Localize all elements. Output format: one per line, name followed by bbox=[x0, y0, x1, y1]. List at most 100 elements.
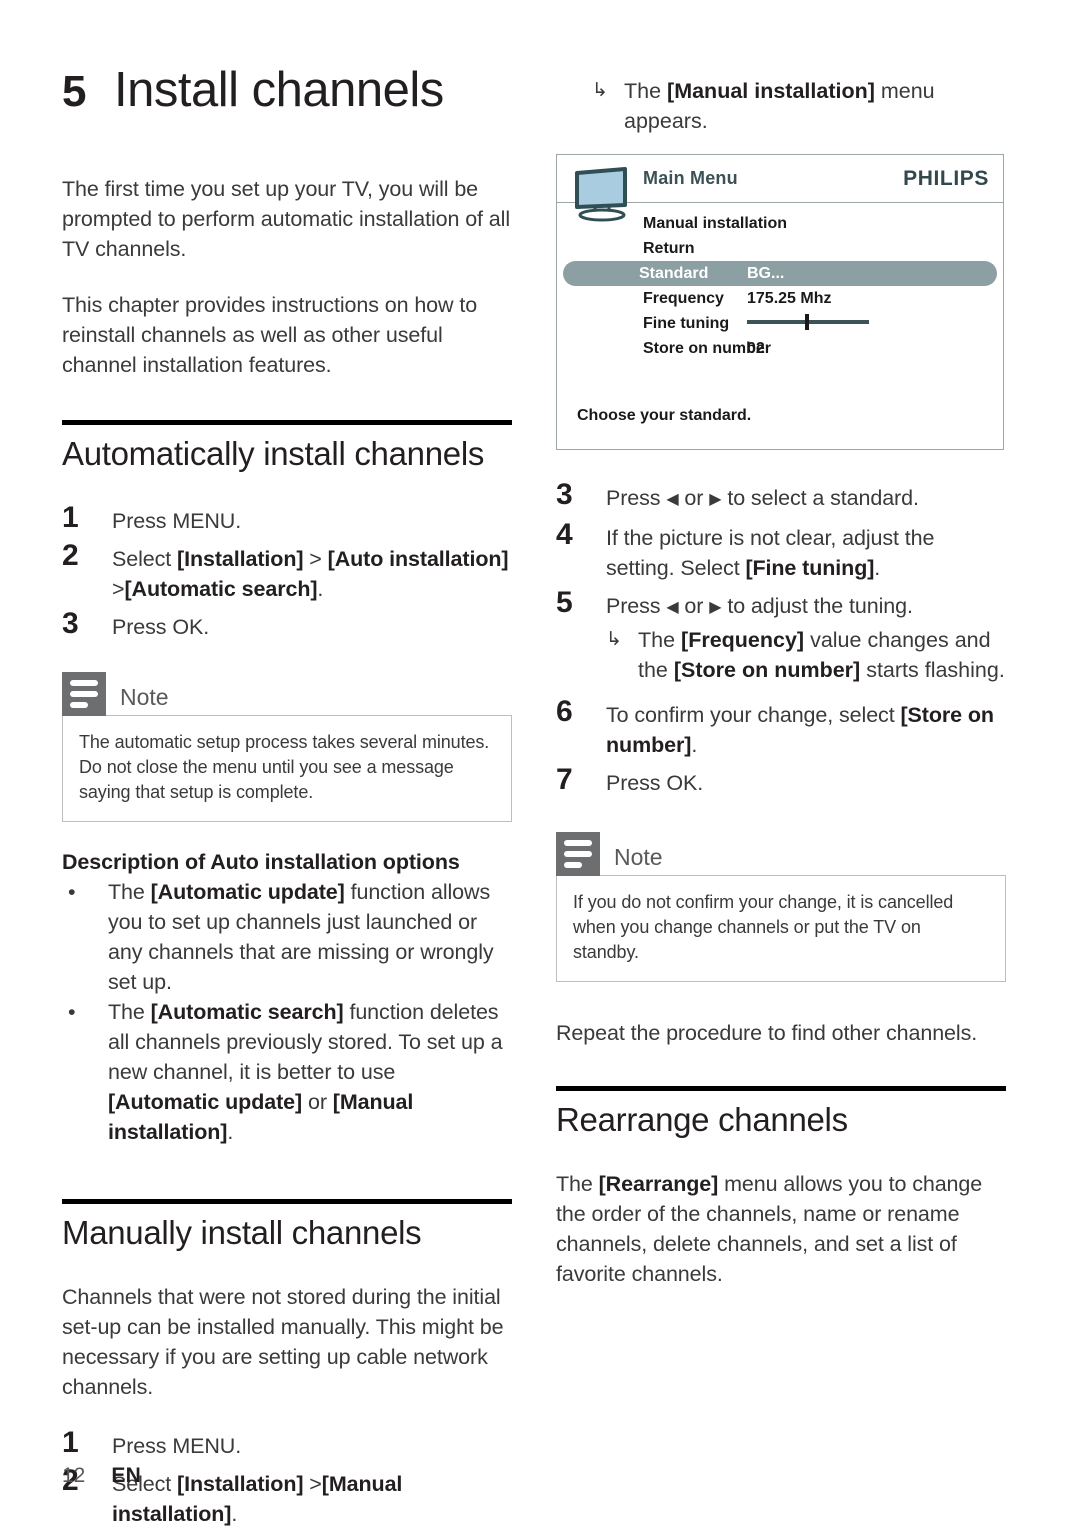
step-number: 3 bbox=[62, 607, 79, 640]
step-number: 1 bbox=[62, 1426, 79, 1459]
menu-token: [Automatic update] bbox=[108, 1090, 303, 1114]
repeat-procedure-text: Repeat the procedure to find other chann… bbox=[556, 1021, 978, 1045]
section-rearrange-channels: Rearrange channels The [Rearrange] menu … bbox=[556, 1086, 1006, 1289]
result-text-part: starts flashing. bbox=[860, 658, 1005, 682]
left-arrow-icon: ◀ bbox=[666, 491, 679, 508]
osd-menu-row-standard-selected[interactable]: Standard BG... bbox=[563, 261, 997, 286]
note-icon-bar bbox=[70, 702, 88, 708]
step-text-part: Press bbox=[606, 486, 667, 510]
options-subheading: Description of Auto installation options bbox=[62, 850, 460, 874]
menu-token: [Store on number] bbox=[673, 658, 861, 682]
step-item: 5 Press ◀ or ▶ to adjust the tuning. ↳ T… bbox=[556, 588, 1006, 685]
menu-token: [Fine tuning] bbox=[745, 556, 875, 580]
result-text: The [Frequency] value changes and the [S… bbox=[638, 625, 1006, 685]
manual-intro-paragraph: Channels that were not stored during the… bbox=[62, 1285, 504, 1399]
osd-row-value: 02 bbox=[747, 339, 765, 357]
step-text-part: Select bbox=[112, 547, 178, 571]
step-number: 7 bbox=[556, 763, 573, 796]
bullet-text: The [Automatic update] function allows y… bbox=[108, 877, 512, 997]
note-icon-bar bbox=[70, 680, 98, 686]
osd-row-label: Standard bbox=[639, 264, 709, 282]
note-icon-bar bbox=[70, 691, 98, 697]
osd-menu-row-frequency[interactable]: Frequency 175.25 Mhz bbox=[557, 286, 1003, 311]
step-item: 3 Press OK. bbox=[62, 609, 512, 642]
osd-menu-list: Manual installation Return Standard BG..… bbox=[557, 203, 1003, 361]
step-text-part: Press bbox=[606, 594, 667, 618]
step-text: Select [Installation] > [Auto installati… bbox=[112, 541, 512, 604]
left-column: 5 Install channels The first time you se… bbox=[62, 62, 512, 1526]
result-arrow-frequency: ↳ The [Frequency] value changes and the … bbox=[606, 625, 1006, 685]
note-icon-bar bbox=[564, 840, 592, 846]
bullet-text-part: The bbox=[108, 880, 151, 904]
step-item: 3 Press ◀ or ▶ to select a standard. bbox=[556, 480, 1006, 515]
list-item: • The [Automatic search] function delete… bbox=[62, 997, 512, 1147]
slider-knob[interactable] bbox=[805, 314, 809, 330]
note-title: Note bbox=[614, 844, 663, 870]
section-rule bbox=[62, 1199, 512, 1204]
language-code: EN bbox=[111, 1464, 142, 1487]
step-number: 3 bbox=[556, 478, 573, 511]
manual-page: 5 Install channels The first time you se… bbox=[0, 0, 1080, 1532]
arrow-hook-icon: ↳ bbox=[606, 629, 622, 650]
auto-options-bullets: • The [Automatic update] function allows… bbox=[62, 877, 512, 1147]
menu-token: [Automatic search] bbox=[150, 1000, 344, 1024]
osd-row-label: Fine tuning bbox=[643, 314, 730, 332]
step-item: 2 Select [Installation] > [Auto installa… bbox=[62, 541, 512, 604]
step-number: 2 bbox=[62, 539, 79, 572]
bullet-marker: • bbox=[68, 1000, 76, 1024]
step-number: 5 bbox=[556, 586, 573, 619]
step-text-part: > bbox=[303, 1472, 322, 1496]
left-arrow-icon: ◀ bbox=[666, 599, 679, 616]
menu-token: [Frequency] bbox=[681, 628, 805, 652]
osd-menu-row-return[interactable]: Return bbox=[557, 236, 1003, 261]
auto-steps-list: 1 Press MENU. 2 Select [Installation] > … bbox=[62, 503, 512, 642]
section-heading-manual: Manually install channels bbox=[62, 1214, 422, 1251]
step-text: Press OK. bbox=[606, 771, 704, 795]
intro-paragraph-1: The first time you set up your TV, you w… bbox=[62, 177, 511, 261]
step-text: Press ◀ or ▶ to adjust the tuning. bbox=[606, 588, 913, 623]
menu-path-token: [Auto installation] bbox=[327, 547, 509, 571]
bullet-text: The [Automatic search] function deletes … bbox=[108, 997, 512, 1147]
paragraph-part: The bbox=[556, 1172, 599, 1196]
bullet-text-part: . bbox=[227, 1120, 234, 1144]
result-text-part: The bbox=[624, 79, 668, 103]
step-text-part: . bbox=[317, 577, 324, 601]
note-body: The automatic setup process takes severa… bbox=[62, 715, 512, 822]
list-item: • The [Automatic update] function allows… bbox=[62, 877, 512, 997]
section-heading-rearrange: Rearrange channels bbox=[556, 1101, 848, 1138]
section-heading-automatic: Automatically install channels bbox=[62, 435, 485, 472]
manual-install-steps-list: 3 Press ◀ or ▶ to select a standard. 4 I… bbox=[556, 480, 1006, 798]
step-text: If the picture is not clear, adjust the … bbox=[606, 520, 1006, 583]
right-column: ↳ The [Manual installation] menu appears… bbox=[556, 62, 1006, 1392]
chapter-title: Install channels bbox=[113, 63, 444, 117]
step-text-part: or bbox=[678, 486, 710, 510]
osd-row-label: Return bbox=[643, 239, 695, 257]
note-box-automatic: Note The automatic setup process takes s… bbox=[62, 672, 512, 822]
osd-row-value-slider bbox=[747, 314, 993, 333]
step-number: 4 bbox=[556, 518, 573, 551]
bullet-marker: • bbox=[68, 880, 76, 904]
step-item: 6 To confirm your change, select [Store … bbox=[556, 697, 1006, 760]
step-item: 7 Press OK. bbox=[556, 765, 1006, 798]
note-lines-icon bbox=[62, 672, 106, 716]
osd-header: Main Menu PHILIPS bbox=[557, 155, 1003, 222]
fine-tuning-slider[interactable] bbox=[747, 314, 869, 330]
right-arrow-icon: ▶ bbox=[709, 599, 722, 616]
step-item: 4 If the picture is not clear, adjust th… bbox=[556, 520, 1006, 583]
step-text-part: . bbox=[231, 1502, 238, 1526]
result-text-part: The bbox=[638, 628, 682, 652]
right-arrow-icon: ▶ bbox=[709, 491, 722, 508]
menu-token: [Manual installation] bbox=[667, 79, 875, 103]
step-text: Press ◀ or ▶ to select a standard. bbox=[606, 480, 919, 515]
bullet-text-part: or bbox=[302, 1090, 333, 1114]
step-text-part: to adjust the tuning. bbox=[721, 594, 913, 618]
step-number: 1 bbox=[62, 501, 79, 534]
chapter-heading: 5 Install channels bbox=[62, 62, 512, 118]
osd-menu-row-fine-tuning[interactable]: Fine tuning bbox=[557, 311, 1003, 336]
menu-path-token: [Installation] bbox=[177, 1472, 304, 1496]
note-lines-icon bbox=[556, 832, 600, 876]
section-rule bbox=[556, 1086, 1006, 1091]
osd-menu-row-store-on-number[interactable]: Store on number 02 bbox=[557, 336, 1003, 361]
step-text-part: to select a standard. bbox=[721, 486, 919, 510]
osd-title: Main Menu bbox=[643, 168, 738, 188]
